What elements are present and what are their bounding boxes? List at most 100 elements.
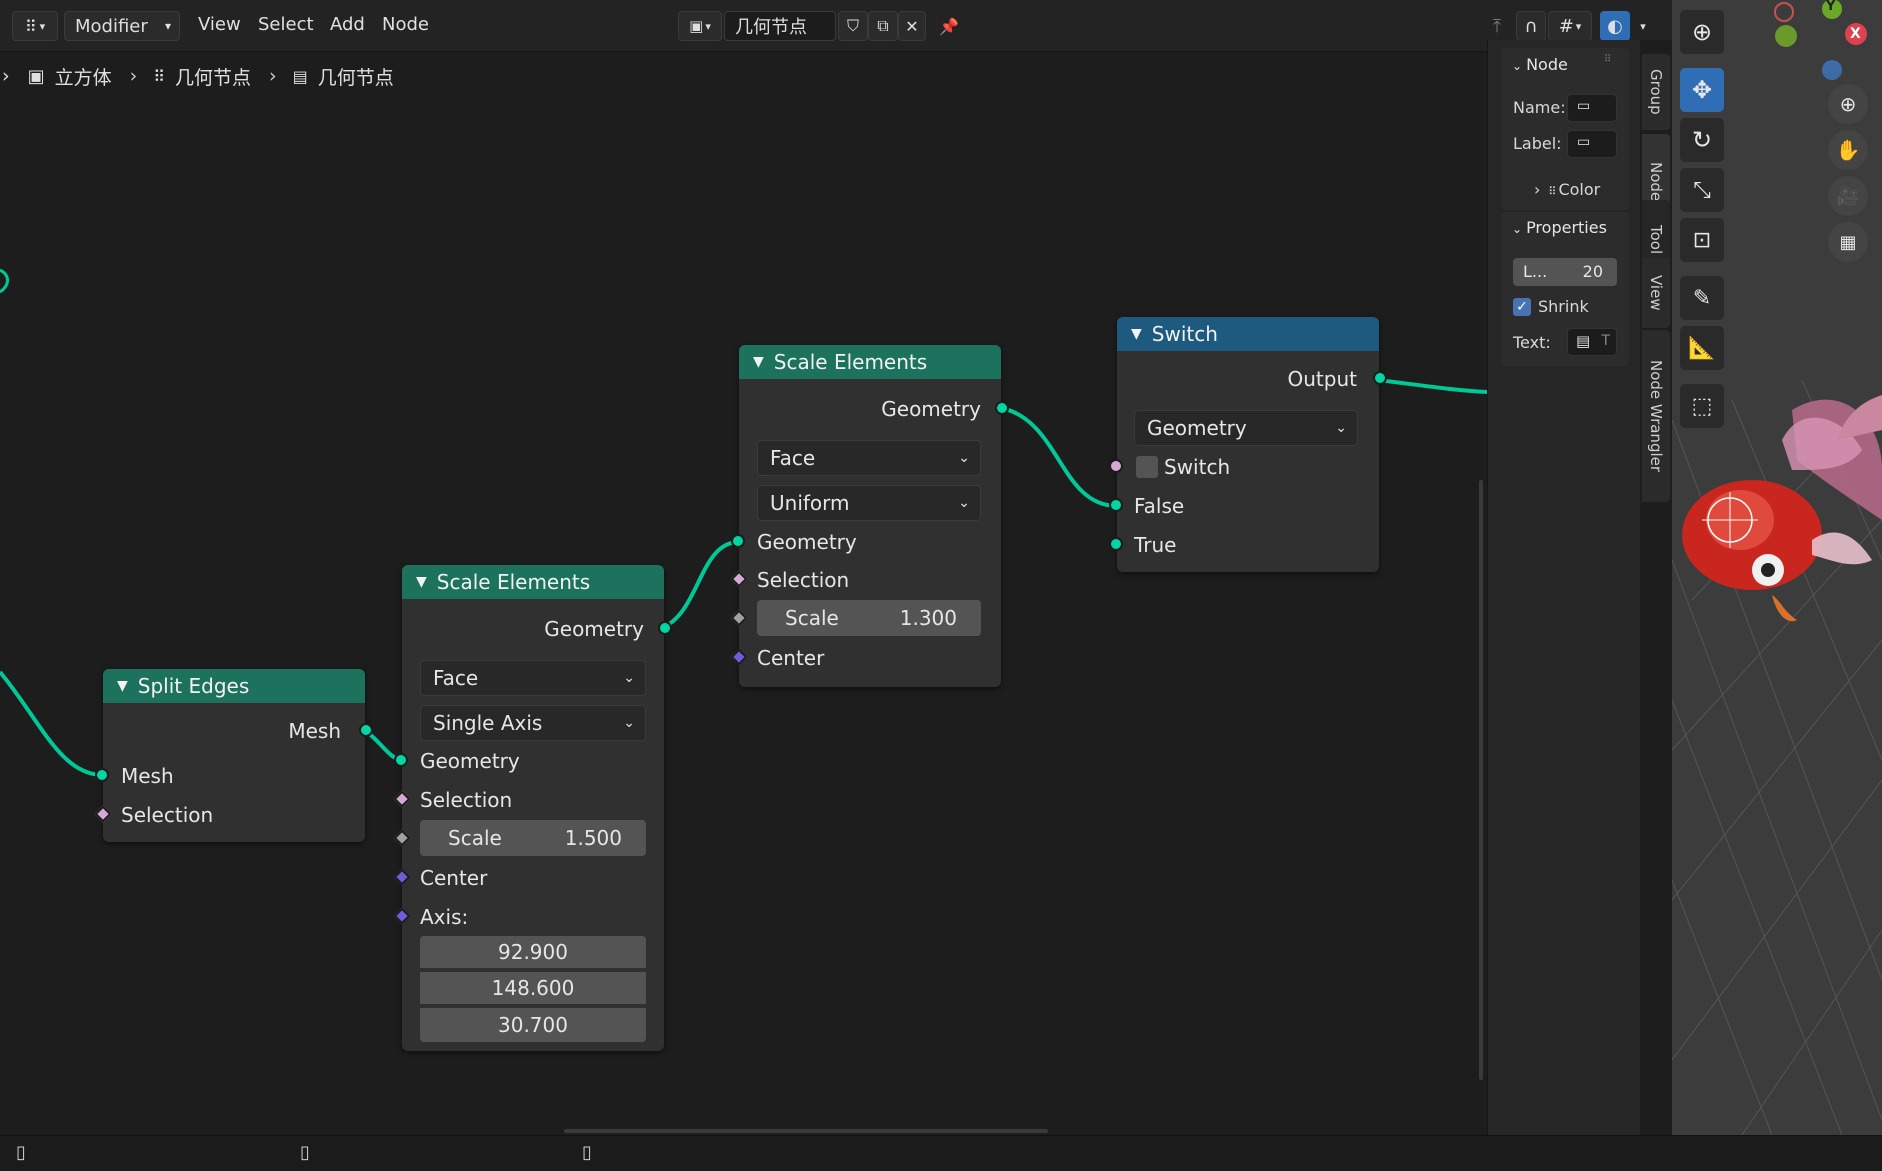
node-header[interactable]: ▼ Scale Elements	[402, 565, 664, 599]
annotate-tool[interactable]: ✎	[1680, 276, 1724, 320]
node-header[interactable]: ▼ Scale Elements	[739, 345, 1001, 379]
output-socket[interactable]	[1373, 371, 1387, 385]
zoom-icon: ⊕	[1839, 92, 1857, 116]
menu-view[interactable]: View	[198, 14, 241, 35]
node-tree-name-field[interactable]: 几何节点	[724, 11, 836, 41]
axis-y-field[interactable]: 148.600	[420, 972, 646, 1006]
axis-x-label: X	[1850, 26, 1861, 42]
output-mesh-socket[interactable]	[359, 723, 373, 737]
menu-add[interactable]: Add	[330, 14, 365, 35]
input-switch-socket[interactable]	[1109, 459, 1123, 473]
chevron-down-icon: ⌄	[1335, 420, 1347, 436]
menu-select[interactable]: Select	[258, 14, 314, 35]
label-size-field[interactable]: L... 20	[1513, 258, 1617, 286]
input-true-socket[interactable]	[1109, 537, 1123, 551]
chevron-down-icon: ▾	[39, 19, 46, 33]
scale-mode-dropdown[interactable]: Single Axis ⌄	[420, 705, 646, 741]
chevron-down-icon: ▾	[164, 19, 171, 33]
domain-dropdown[interactable]: Face ⌄	[757, 440, 981, 476]
scale-field[interactable]: Scale 1.500	[420, 820, 646, 856]
unlink-button[interactable]: ✕	[898, 11, 926, 41]
properties-panel-header[interactable]: ⌄ Properties	[1512, 218, 1607, 237]
switch-checkbox[interactable]	[1136, 456, 1158, 478]
canvas-vertical-scrollbar[interactable]	[1479, 480, 1483, 1080]
transform-tool[interactable]: ⊡	[1680, 218, 1724, 262]
grid-icon: ▦	[1839, 231, 1857, 253]
pan-button[interactable]: ✋	[1828, 130, 1868, 170]
node-split-edges[interactable]: ▼ Split Edges Mesh Mesh Selection	[94, 669, 373, 842]
scale-mode-dropdown[interactable]: Uniform ⌄	[757, 485, 981, 521]
pin-button[interactable]: 📌	[934, 11, 964, 41]
duplicate-button[interactable]: ⧉	[868, 11, 898, 41]
overlays-dropdown[interactable]: ▾	[1632, 11, 1654, 41]
node-scale-elements-single-axis[interactable]: ▼ Scale Elements Geometry Face ⌄ Single …	[393, 565, 672, 1051]
domain-value: Face	[433, 666, 479, 690]
input-mesh-socket[interactable]	[95, 768, 109, 782]
camera-view-button[interactable]: 🎥	[1828, 176, 1868, 216]
node-switch[interactable]: ▼ Switch Output Geometry ⌄ Switch False …	[1109, 317, 1387, 572]
overlays-button[interactable]: ◐	[1600, 11, 1630, 41]
scale-field[interactable]: Scale 1.300	[757, 600, 981, 636]
move-tool[interactable]: ✥	[1680, 68, 1724, 112]
label-field[interactable]: ▭	[1567, 130, 1617, 158]
cursor-tool[interactable]: ⊕	[1680, 10, 1724, 54]
pencil-icon: ✎	[1692, 285, 1712, 311]
snap-button[interactable]: ∩	[1516, 11, 1546, 41]
node-panel-title: Node	[1526, 55, 1568, 74]
tab-group[interactable]: Group	[1642, 54, 1670, 130]
switch-type-dropdown[interactable]: Geometry ⌄	[1134, 410, 1358, 446]
node-panel-header[interactable]: ⌄ Node	[1512, 55, 1568, 74]
ortho-toggle-button[interactable]: ▦	[1828, 222, 1868, 262]
collapse-chevron-icon[interactable]: ▼	[117, 678, 128, 694]
tree-type-dropdown[interactable]: Modifier ▾	[64, 11, 180, 41]
collapse-chevron-icon[interactable]: ▼	[416, 574, 427, 590]
collapse-chevron-icon[interactable]: ▼	[753, 354, 764, 370]
name-label: Name:	[1513, 98, 1566, 117]
navigation-gizmo[interactable]	[1760, 0, 1882, 90]
editor-type-button[interactable]: ⠿ ▾	[12, 11, 58, 41]
name-field[interactable]: ▭	[1567, 94, 1617, 122]
output-geometry-socket[interactable]	[995, 401, 1009, 415]
shrink-checkbox[interactable]: ✓	[1513, 298, 1531, 316]
node-header[interactable]: ▼ Switch	[1117, 317, 1379, 351]
browse-node-tree-button[interactable]: ▣ ▾	[678, 11, 722, 41]
domain-dropdown[interactable]: Face ⌄	[420, 660, 646, 696]
input-false-label: False	[1134, 494, 1185, 518]
tab-node-wrangler-label: Node Wrangler	[1647, 359, 1665, 473]
menu-node[interactable]: Node	[382, 14, 429, 35]
drag-handle-icon[interactable]: ⠿	[1604, 54, 1611, 65]
node-title: Split Edges	[137, 674, 250, 698]
collapse-chevron-icon[interactable]: ▼	[1131, 326, 1142, 342]
viewport-3d[interactable]: ⊕ ✥ ↻ ⤡ ⊡ ✎ 📐 ⬚ Y X ⊕ ✋ 🎥 ▦	[1672, 0, 1882, 1135]
input-geometry-socket[interactable]	[731, 534, 745, 548]
mouse-left-icon: ▯	[16, 1142, 26, 1163]
chevron-down-icon: ⌄	[958, 450, 970, 466]
color-subpanel-header[interactable]: › ⠿ Color	[1534, 180, 1600, 199]
rotate-tool[interactable]: ↻	[1680, 118, 1724, 162]
chevron-right-icon: ›	[2, 65, 10, 87]
label-label: Label:	[1513, 134, 1562, 153]
color-label: Color	[1558, 180, 1601, 199]
camera-icon: 🎥	[1836, 185, 1860, 207]
text-field[interactable]: ▤ T	[1567, 328, 1617, 356]
axis-z-field[interactable]: 30.700	[420, 1008, 646, 1042]
text-field-hint: T	[1601, 333, 1610, 349]
output-geometry-socket[interactable]	[658, 621, 672, 635]
measure-tool[interactable]: 📐	[1680, 326, 1724, 370]
modifier-icon: ⠿	[153, 66, 165, 86]
node-header[interactable]: ▼ Split Edges	[103, 669, 365, 703]
input-false-socket[interactable]	[1109, 498, 1123, 512]
parent-node-tree-button[interactable]: ⤒	[1482, 11, 1512, 41]
axis-x-field[interactable]: 92.900	[420, 936, 646, 970]
chevron-down-icon: ▾	[1640, 19, 1646, 33]
canvas-horizontal-scrollbar[interactable]	[564, 1129, 1048, 1133]
add-cube-tool[interactable]: ⬚	[1680, 384, 1724, 428]
tab-view[interactable]: View	[1642, 258, 1670, 328]
tab-node-wrangler[interactable]: Node Wrangler	[1642, 330, 1670, 502]
snap-target-dropdown[interactable]: # ▾	[1548, 11, 1592, 41]
input-geometry-socket[interactable]	[394, 753, 408, 767]
node-scale-elements-uniform[interactable]: ▼ Scale Elements Geometry Face ⌄ Uniform…	[730, 345, 1009, 687]
zoom-button[interactable]: ⊕	[1828, 84, 1868, 124]
scale-tool[interactable]: ⤡	[1680, 168, 1724, 212]
fake-user-button[interactable]: ⛉	[838, 11, 868, 41]
